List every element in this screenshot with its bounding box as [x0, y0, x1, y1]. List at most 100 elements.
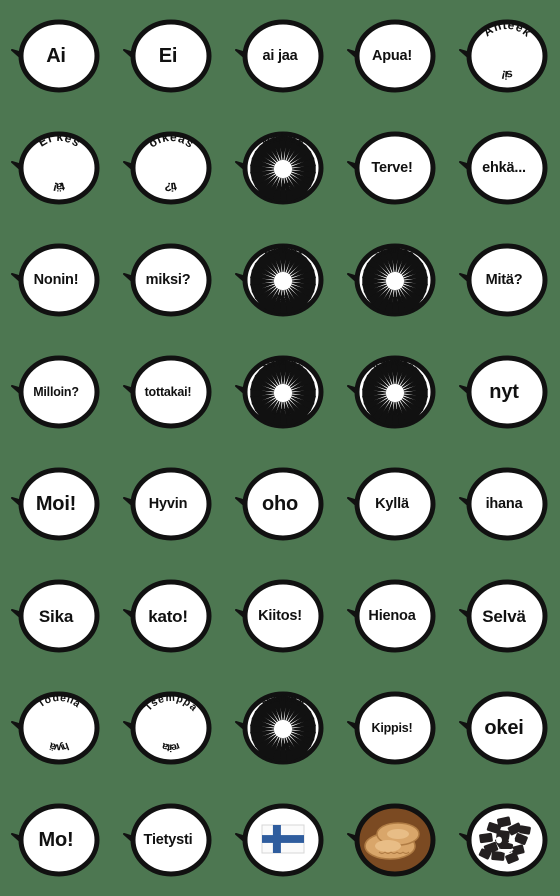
sticker-terve[interactable]: Terve!	[346, 122, 438, 214]
sticker-label: Sika	[38, 606, 74, 626]
sticker-nyt[interactable]: nyt	[458, 346, 550, 438]
sticker-ei[interactable]: Ei	[122, 10, 214, 102]
curved-sticker-text: Tsemppa reita	[142, 692, 199, 754]
sticker-cell: Moi!	[0, 448, 112, 560]
sticker-oho[interactable]: oho	[234, 458, 326, 550]
sticker-label: Tietysti	[143, 831, 193, 848]
sticker-label: Mitä?	[485, 271, 523, 288]
sticker-cell: ehkä...	[448, 112, 560, 224]
curved-sticker-text: Anteek si!	[481, 18, 535, 82]
sticker-miksi[interactable]: miksi?	[122, 234, 214, 326]
sticker-label: Kiitos!	[258, 607, 302, 624]
svg-text:Mennä: Mennä	[260, 692, 307, 711]
sticker-cell: Nähdä än!Nähdä än!	[224, 112, 336, 224]
svg-text:än!: än!	[388, 405, 402, 417]
sticker-kylla[interactable]: Kyllä	[346, 458, 438, 550]
sticker-cell: Mitä?	[448, 224, 560, 336]
sticker-mita-kuuluu[interactable]: Mitä ku uluu?Mitä ku uluu?	[234, 346, 326, 438]
sticker-label: kato!	[148, 606, 188, 626]
sticker-cell: Mitä ku uluu?Mitä ku uluu?	[224, 336, 336, 448]
sticker-cell: Hienoa	[336, 560, 448, 672]
svg-text:Nähdä: Nähdä	[260, 132, 306, 150]
sticker-cell: Hyvin	[112, 448, 224, 560]
sticker-tietysti[interactable]: Tietysti	[122, 794, 214, 886]
sticker-sika[interactable]: Sika	[10, 570, 102, 662]
sticker-anteeksi[interactable]: Anteek si!Anteek si!	[458, 10, 550, 102]
sticker-cell: Sika	[0, 560, 112, 672]
svg-text:taa: taa	[275, 292, 291, 305]
sticker-ei-kesta[interactable]: Ei kes tä!Ei kes tä!	[10, 122, 102, 214]
sticker-ehka[interactable]: ehkä...	[458, 122, 550, 214]
sticker-hyvin[interactable]: Hyvin	[122, 458, 214, 550]
pulla-bread-icon	[364, 822, 420, 860]
sticker-ai-jaa[interactable]: ai jaa	[234, 10, 326, 102]
sticker-nonin[interactable]: Nonin!	[10, 234, 102, 326]
sticker-label: ai jaa	[262, 47, 298, 64]
sticker-mita[interactable]: Mitä?	[458, 234, 550, 326]
sticker-label: Hienoa	[368, 607, 416, 624]
sticker-label: Nonin!	[33, 271, 79, 288]
sticker-cell: Selvä	[448, 560, 560, 672]
sticker-cell	[224, 784, 336, 896]
sticker-label: Mo!	[38, 829, 74, 851]
sticker-mennaan[interactable]: Mennä än!Mennä än!	[234, 682, 326, 774]
sticker-cell: miksi?	[112, 224, 224, 336]
sticker-apua[interactable]: Apua!	[346, 10, 438, 102]
sticker-moi[interactable]: Moi!	[10, 458, 102, 550]
sticker-okei[interactable]: okei	[458, 682, 550, 774]
sticker-label: tottakai!	[144, 384, 192, 399]
sticker-ihan-totta[interactable]: ihan to tta?ihan to tta?	[346, 234, 438, 326]
sticker-cell: Milloin?	[0, 336, 112, 448]
sticker-kiitos[interactable]: Kiitos!	[234, 570, 326, 662]
finland-flag-icon	[261, 824, 305, 854]
sticker-label: Milloin?	[33, 384, 79, 399]
sticker-finland-flag[interactable]	[234, 794, 326, 886]
sticker-cell: ai jaa	[224, 0, 336, 112]
curved-sticker-text: Nähdä än!	[260, 132, 306, 193]
sticker-cell: okei	[448, 672, 560, 784]
sticker-cell: Tietysti	[112, 784, 224, 896]
sticker-cell: Terve!	[336, 112, 448, 224]
sticker-todella-hyva[interactable]: Todella hyväTodella hyvä	[10, 682, 102, 774]
sticker-cell: Tsemppa reitaTsemppa reita	[112, 672, 224, 784]
svg-text:ihan to: ihan to	[373, 245, 416, 261]
svg-text:Todella: Todella	[36, 692, 83, 710]
sticker-ymmarran[interactable]: Ymmärr än!Ymmärr än!	[346, 346, 438, 438]
svg-text:tta?: tta?	[386, 293, 403, 305]
sticker-pulla[interactable]	[346, 794, 438, 886]
sticker-hienoa[interactable]: Hienoa	[346, 570, 438, 662]
sticker-cell	[448, 784, 560, 896]
sticker-nukuttaa[interactable]: nukut taanukut taa	[234, 234, 326, 326]
sticker-oikeasti[interactable]: oikeas ti?oikeas ti?	[122, 122, 214, 214]
svg-text:än!: än!	[275, 740, 291, 753]
curved-sticker-text: Todella hyvä	[36, 692, 83, 754]
svg-text:si!: si!	[500, 67, 514, 82]
svg-text:ti?: ti?	[164, 179, 178, 194]
curved-sticker-text: nukut taa	[263, 244, 305, 305]
sticker-label: Selvä	[482, 606, 526, 626]
sticker-grid: Ai Ei ai jaa Apua! Anteek si!Anteek si! Ei kes t…	[0, 0, 560, 896]
sticker-ai[interactable]: Ai	[10, 10, 102, 102]
sticker-cell: Anteek si!Anteek si!	[448, 0, 560, 112]
sticker-kippis[interactable]: Kippis!	[346, 682, 438, 774]
svg-text:Ei kes: Ei kes	[36, 130, 83, 150]
sticker-cell: Kippis!	[336, 672, 448, 784]
sticker-label: Kyllä	[375, 495, 409, 512]
sticker-cell: Mo!	[0, 784, 112, 896]
sticker-tsemppareita[interactable]: Tsemppa reitaTsemppa reita	[122, 682, 214, 774]
sticker-mo[interactable]: Mo!	[10, 794, 102, 886]
sticker-salmiakki[interactable]	[458, 794, 550, 886]
sticker-nahdaan[interactable]: Nähdä än!Nähdä än!	[234, 122, 326, 214]
sticker-label: Apua!	[371, 47, 413, 64]
sticker-ihana[interactable]: ihana	[458, 458, 550, 550]
sticker-selva[interactable]: Selvä	[458, 570, 550, 662]
svg-text:Ymmärr: Ymmärr	[371, 357, 419, 375]
sticker-tottakai[interactable]: tottakai!	[122, 346, 214, 438]
sticker-kato[interactable]: kato!	[122, 570, 214, 662]
sticker-cell: nukut taanukut taa	[224, 224, 336, 336]
sticker-label: okei	[484, 717, 524, 739]
curved-sticker-text: ihan to tta?	[373, 245, 416, 305]
sticker-cell: oikeas ti?oikeas ti?	[112, 112, 224, 224]
sticker-milloin[interactable]: Milloin?	[10, 346, 102, 438]
sticker-label: ehkä...	[482, 159, 526, 176]
